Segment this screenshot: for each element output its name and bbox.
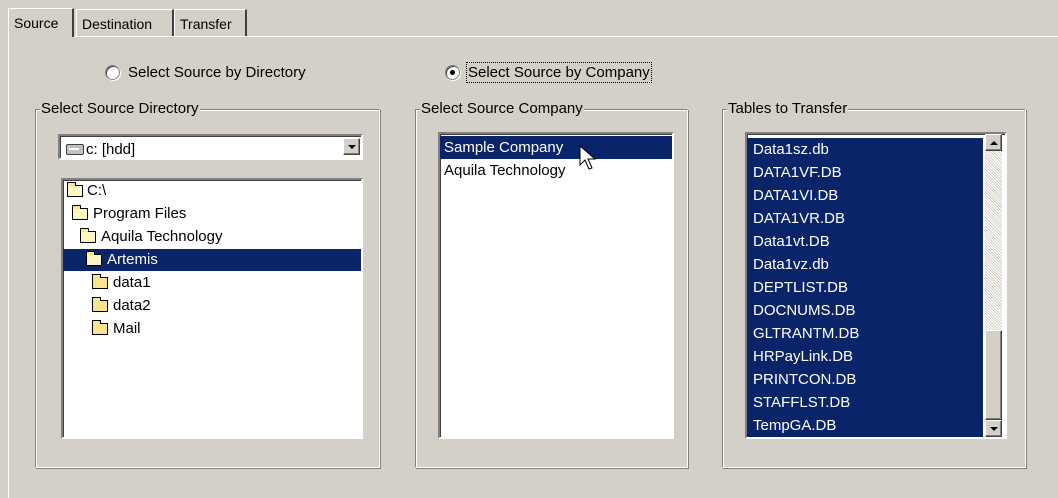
drive-value: c: [hdd] xyxy=(86,141,136,158)
scroll-up-button[interactable] xyxy=(985,134,1002,151)
directory-tree[interactable]: C:\ Program Files Aquila Technology Arte… xyxy=(61,178,363,439)
folder-icon xyxy=(92,274,108,289)
open-folder-icon xyxy=(72,205,88,220)
radio-button[interactable] xyxy=(105,65,120,80)
table-list-item[interactable]: PRINTCON.DB xyxy=(747,368,983,391)
scroll-thumb[interactable] xyxy=(985,330,1002,420)
tree-item-label: Program Files xyxy=(93,205,187,222)
table-list-item[interactable]: STAFFLST.DB xyxy=(747,391,983,414)
radio-label: Select Source by Directory xyxy=(128,64,306,81)
chevron-down-icon xyxy=(347,144,356,149)
tree-item[interactable]: data1 xyxy=(63,272,361,294)
table-list-item[interactable]: TempGA.DB xyxy=(747,414,983,437)
radio-dot xyxy=(450,70,455,75)
tables-list[interactable]: Data1sz.db DATA1VF.DB DATA1VI.DB DATA1VR.DB… xyxy=(745,132,1007,439)
tree-item[interactable]: data2 xyxy=(63,295,361,317)
open-folder-icon xyxy=(86,251,102,266)
radio-by-company[interactable]: Select Source by Company xyxy=(445,62,652,83)
radio-by-directory[interactable]: Select Source by Directory xyxy=(105,64,306,81)
tree-item[interactable]: C:\ xyxy=(63,180,361,202)
list-item[interactable]: Aquila Technology xyxy=(440,159,672,182)
table-list-item[interactable]: HRPayLink.DB xyxy=(747,345,983,368)
dropdown-button[interactable] xyxy=(343,138,360,155)
table-list-item[interactable]: Data1vt.DB xyxy=(747,230,983,253)
tree-item-label: Aquila Technology xyxy=(101,228,223,245)
source-directory-group: Select Source Directory c: [hdd] C:\ Pro… xyxy=(35,100,380,468)
vertical-scrollbar[interactable] xyxy=(985,134,1002,437)
arrow-up-icon xyxy=(989,140,998,145)
table-list-item[interactable]: Data1vz.db xyxy=(747,253,983,276)
list-item[interactable]: Sample Company xyxy=(440,136,672,159)
tree-item-label: C:\ xyxy=(87,182,107,199)
tab-strip-line xyxy=(74,36,1058,37)
table-list-item[interactable]: DOCNUMS.DB xyxy=(747,299,983,322)
tree-item-label: data2 xyxy=(113,297,151,314)
tables-to-transfer-group: Tables to Transfer Data1sz.db DATA1VF.DB D… xyxy=(722,100,1026,468)
group-title: Tables to Transfer xyxy=(727,100,849,118)
mouse-cursor-icon xyxy=(579,145,597,170)
table-list-item[interactable]: DEPTLIST.DB xyxy=(747,276,983,299)
table-list-item[interactable]: DATA1VR.DB xyxy=(747,207,983,230)
radio-button[interactable] xyxy=(445,65,460,80)
tree-item-label: Artemis xyxy=(107,251,158,268)
group-title: Select Source Company xyxy=(420,100,584,118)
tree-item-label: data1 xyxy=(113,274,151,291)
scroll-down-button[interactable] xyxy=(985,420,1002,437)
tree-item-label: Mail xyxy=(113,320,141,337)
tree-item[interactable]: Mail xyxy=(63,318,361,340)
folder-icon xyxy=(92,297,108,312)
open-folder-icon xyxy=(80,228,96,243)
table-list-item[interactable]: GLTRANTM.DB xyxy=(747,322,983,345)
folder-icon xyxy=(92,320,108,335)
tree-item[interactable]: Aquila Technology xyxy=(63,226,361,248)
table-list-item[interactable]: DATA1VF.DB xyxy=(747,161,983,184)
tab-source[interactable]: Source xyxy=(8,8,74,37)
tab-destination[interactable]: Destination xyxy=(76,9,174,36)
table-list-item[interactable]: DATA1VI.DB xyxy=(747,184,983,207)
tree-item[interactable]: Artemis xyxy=(63,249,361,271)
drive-icon xyxy=(66,144,84,155)
drive-combobox[interactable]: c: [hdd] xyxy=(58,134,363,160)
tree-item[interactable]: Program Files xyxy=(63,203,361,225)
arrow-down-icon xyxy=(989,426,998,431)
source-company-group: Select Source Company Sample Company Aqu… xyxy=(415,100,688,468)
tab-transfer[interactable]: Transfer xyxy=(174,9,247,36)
group-title: Select Source Directory xyxy=(40,100,200,118)
open-folder-icon xyxy=(67,182,83,197)
company-list[interactable]: Sample Company Aquila Technology xyxy=(438,132,674,439)
table-list-item[interactable]: Data1sz.db xyxy=(747,138,983,161)
radio-label: Select Source by Company xyxy=(466,62,652,83)
